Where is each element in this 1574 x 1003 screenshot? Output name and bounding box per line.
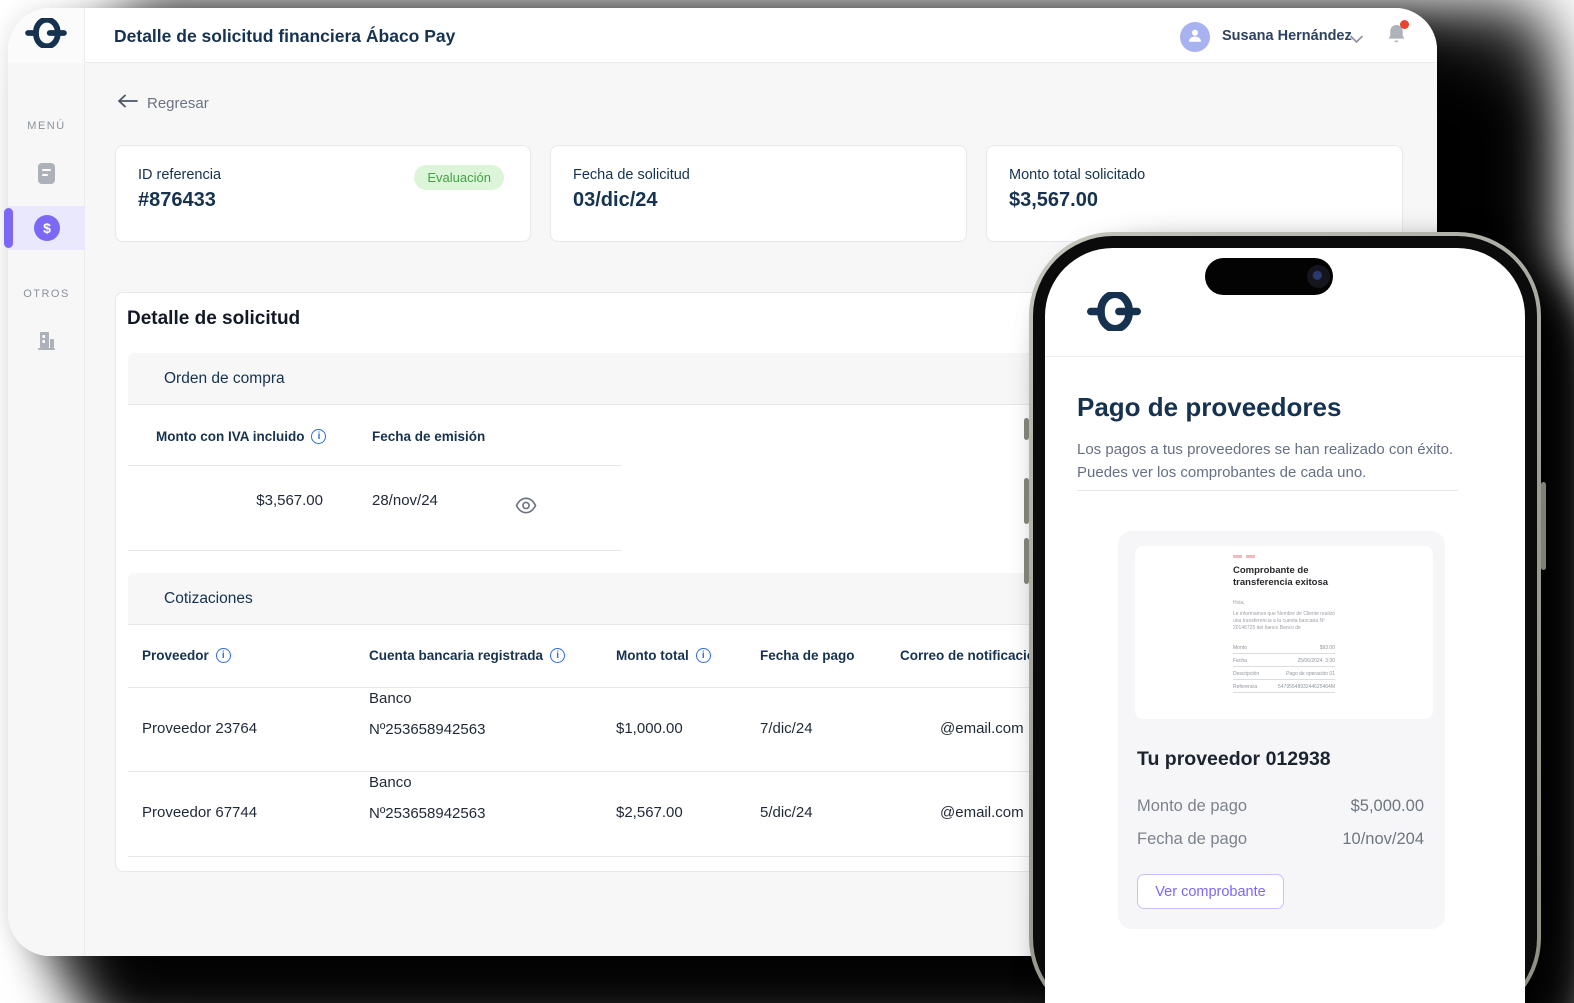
date-cell: 5/dic/24 [760, 804, 813, 821]
phone-mockup: Pago de proveedores Los pagos a tus prov… [1024, 232, 1546, 1003]
bank-cell-line1: Banco [369, 774, 412, 791]
divider [1045, 356, 1525, 357]
receipt-field: Referencia 5479554893244625464M [1233, 680, 1335, 693]
phone-action-button [1024, 418, 1029, 440]
phone-volume-up-button [1024, 478, 1029, 524]
sidebar-active-indicator [4, 208, 13, 248]
sidebar [8, 64, 85, 956]
receipt-preview: Comprobante de transferencia exitosa Hol… [1135, 546, 1433, 719]
column-header-issue-date: Fecha de emisión [372, 429, 486, 444]
receipt-field: Descripción Pago de operación 01 [1233, 667, 1335, 680]
receipt-field: Monto $93.00 [1233, 641, 1335, 654]
provider-cell: Proveedor 23764 [142, 720, 258, 737]
amount-cell: $2,567.00 [616, 804, 683, 821]
po-date: 28/nov/24 [372, 492, 438, 509]
avatar[interactable] [1180, 22, 1210, 52]
receipt-field: Fecha 25/06/2024, 3:30 [1233, 654, 1335, 667]
provider-payment-card: Comprobante de transferencia exitosa Hol… [1118, 531, 1445, 929]
card-value: #876433 [138, 189, 216, 211]
page-title: Detalle de solicitud financiera Ábaco Pa… [114, 26, 456, 46]
column-header-amount-iva: Monto con IVA incluido i [156, 429, 327, 444]
phone-power-button [1541, 482, 1546, 570]
card-label: Monto total solicitado [1009, 167, 1146, 183]
sidebar-section-others: OTROS [23, 288, 70, 300]
page: Detalle de solicitud financiera Ábaco Pa… [0, 0, 1574, 1003]
receipt-title: Comprobante de transferencia exitosa [1233, 565, 1329, 588]
column-header-pay-date: Fecha de pago [760, 648, 855, 663]
receipt-greeting: Hola, [1233, 600, 1245, 606]
payments-dollar-icon[interactable]: $ [34, 215, 60, 241]
phone-screen: Pago de proveedores Los pagos a tus prov… [1045, 248, 1525, 1003]
amount-cell: $1,000.00 [616, 720, 683, 737]
info-icon[interactable]: i [215, 648, 231, 663]
front-camera [1307, 265, 1330, 288]
section-title: Detalle de solicitud [127, 308, 301, 329]
document-icon [37, 162, 56, 190]
abaco-logo-icon [1087, 290, 1141, 336]
user-icon [1186, 26, 1204, 49]
info-icon[interactable]: i [695, 648, 711, 663]
back-label: Regresar [147, 94, 209, 112]
building-icon [36, 330, 57, 356]
card-reference-id: ID referencia #876433 Evaluación [115, 145, 531, 242]
card-value: 03/dic/24 [573, 189, 658, 211]
date-cell: 7/dic/24 [760, 720, 813, 737]
info-icon[interactable]: i [550, 648, 566, 663]
abaco-logo-icon [24, 16, 68, 53]
card-value: $3,567.00 [1009, 189, 1098, 211]
email-cell: @email.com [940, 804, 1024, 821]
po-amount: $3,567.00 [256, 492, 323, 509]
column-header-bank-account: Cuenta bancaria registrada i [369, 648, 566, 663]
provider-cell: Proveedor 67744 [142, 804, 258, 821]
back-link[interactable]: Regresar [117, 94, 209, 112]
phone-page-title: Pago de proveedores [1077, 392, 1342, 422]
phone-volume-down-button [1024, 538, 1029, 584]
payment-amount-row: Monto de pago $5,000.00 [1137, 797, 1424, 815]
card-request-date: Fecha de solicitud 03/dic/24 [550, 145, 967, 242]
card-total-amount: Monto total solicitado $3,567.00 [986, 145, 1403, 242]
email-cell: @email.com [940, 720, 1024, 737]
payment-date-row: Fecha de pago 10/nov/204 [1137, 830, 1424, 848]
sidebar-section-menu: MENÚ [27, 120, 66, 132]
provider-title: Tu proveedor 012938 [1137, 748, 1331, 770]
user-name[interactable]: Susana Hernández [1222, 8, 1352, 63]
card-label: Fecha de solicitud [573, 167, 690, 183]
view-receipt-button[interactable]: Ver comprobante [1137, 874, 1284, 909]
divider [128, 465, 621, 466]
dynamic-island [1205, 258, 1333, 295]
divider [128, 550, 621, 551]
status-badge: Evaluación [414, 165, 504, 190]
receipt-fields: Monto $93.00 Fecha 25/06/2024, 3:30 Desc… [1233, 641, 1335, 693]
bank-cell-line2: Nº253658942563 [369, 721, 486, 738]
column-header-provider: Proveedor i [142, 648, 231, 663]
notification-badge [1400, 20, 1409, 29]
bank-cell-line1: Banco [369, 690, 412, 707]
receipt-logo-mark [1233, 555, 1255, 558]
bank-cell-line2: Nº253658942563 [369, 805, 486, 822]
phone-description: Los pagos a tus proveedores se han reali… [1077, 441, 1454, 481]
arrow-left-icon [117, 94, 138, 112]
phone-bezel: Pago de proveedores Los pagos a tus prov… [1033, 236, 1537, 1003]
sidebar-item-documents[interactable] [8, 156, 85, 196]
column-header-total: Monto total i [616, 648, 711, 663]
info-icon[interactable]: i [311, 429, 327, 444]
sidebar-item-company[interactable] [8, 324, 85, 362]
divider [1077, 490, 1458, 491]
brand-logo-cell [8, 8, 85, 63]
chevron-down-icon[interactable] [1350, 31, 1363, 49]
view-eye-icon[interactable] [515, 497, 537, 519]
receipt-body: Le informamos que Nombre de Cliente real… [1233, 611, 1335, 631]
